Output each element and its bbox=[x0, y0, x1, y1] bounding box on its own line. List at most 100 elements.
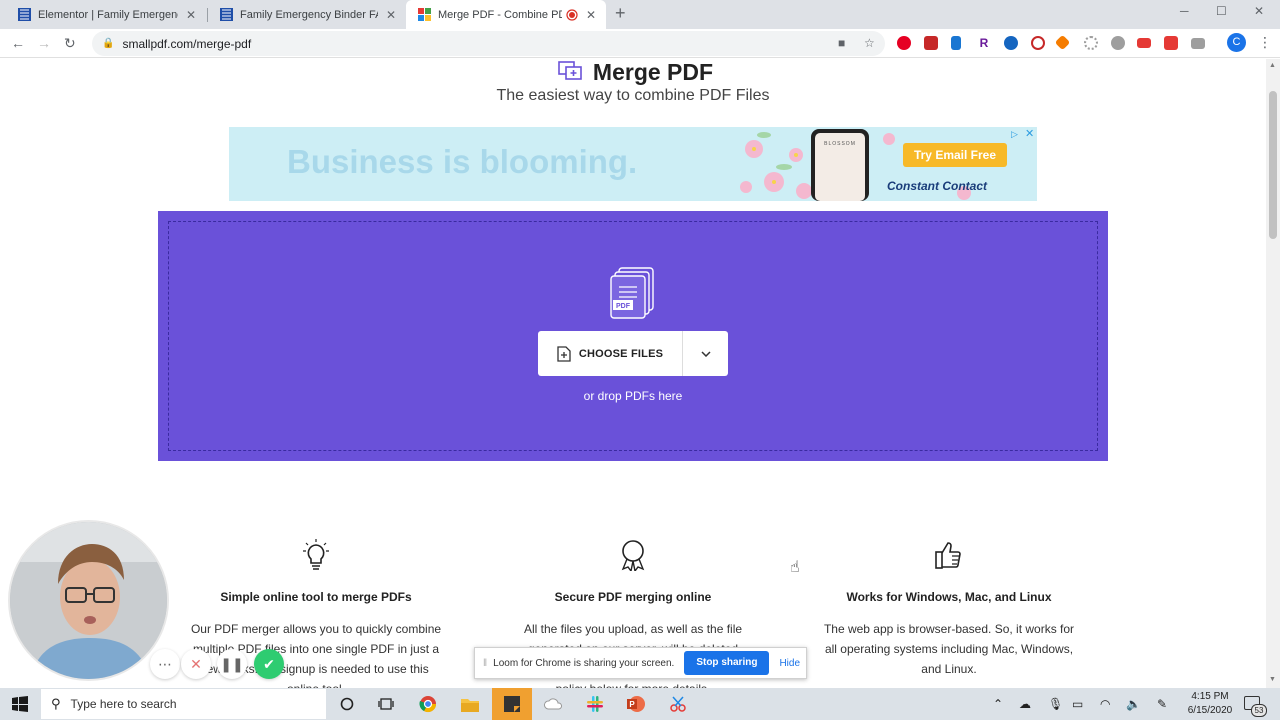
windows-start-icon[interactable] bbox=[12, 696, 28, 712]
feature-title: Works for Windows, Mac, and Linux bbox=[846, 590, 1052, 604]
feature-title: Secure PDF merging online bbox=[554, 590, 712, 604]
minimize-icon[interactable]: ─ bbox=[1180, 4, 1189, 18]
choose-files-button[interactable]: CHOOSE FILES bbox=[538, 331, 683, 376]
loom-pause-icon[interactable]: ❚❚ bbox=[217, 649, 247, 679]
forward-icon[interactable]: → bbox=[37, 35, 51, 51]
webcam-presenter-image bbox=[10, 522, 167, 679]
loom-more-icon[interactable]: ⋯ bbox=[150, 649, 180, 679]
pdf-files-icon: PDF bbox=[610, 267, 654, 319]
screenshot-extension-icon[interactable] bbox=[1191, 38, 1205, 49]
sticky-notes-icon[interactable] bbox=[501, 693, 523, 715]
choose-files-dropdown[interactable] bbox=[683, 331, 728, 376]
clock-time: 4:15 PM bbox=[1191, 691, 1229, 702]
address-bar[interactable]: 🔒 smallpdf.com/merge-pdf bbox=[92, 31, 885, 56]
scroll-down-icon[interactable]: ▼ bbox=[1269, 676, 1276, 683]
search-icon: ⚲ bbox=[51, 696, 61, 711]
page-scrollbar[interactable]: ▲ ▼ bbox=[1266, 59, 1280, 688]
clock-date: 6/15/2020 bbox=[1187, 705, 1233, 716]
extension-r-icon[interactable]: R bbox=[977, 36, 991, 50]
file-add-icon bbox=[557, 345, 571, 362]
loom-finish-icon[interactable]: ✔ bbox=[254, 649, 284, 679]
drop-hint-text: or drop PDFs here bbox=[583, 389, 683, 403]
maximize-icon[interactable]: ☐ bbox=[1216, 4, 1227, 18]
back-icon[interactable]: ← bbox=[11, 35, 25, 51]
extension-circle-icon[interactable] bbox=[1031, 36, 1045, 50]
extension-blue-icon[interactable] bbox=[951, 36, 961, 50]
wifi-icon[interactable]: ◠ bbox=[1100, 697, 1110, 711]
snipping-tool-icon[interactable] bbox=[667, 693, 689, 715]
url-text: smallpdf.com/merge-pdf bbox=[122, 36, 252, 51]
extension-orange-icon[interactable] bbox=[1054, 34, 1071, 51]
feature-title: Simple online tool to merge PDFs bbox=[220, 590, 412, 604]
pinterest-extension-icon[interactable] bbox=[897, 36, 911, 50]
drag-handle-icon[interactable]: ‖ bbox=[483, 658, 487, 669]
cortana-icon[interactable] bbox=[336, 693, 358, 715]
elementor-favicon-icon bbox=[18, 8, 31, 21]
camera-icon[interactable]: ■ bbox=[838, 36, 845, 50]
choose-files-label: CHOOSE FILES bbox=[578, 347, 664, 360]
onedrive-icon[interactable] bbox=[542, 693, 564, 715]
show-hidden-icons[interactable]: ⌃ bbox=[993, 697, 1003, 711]
hide-button[interactable]: Hide bbox=[779, 658, 800, 669]
lightbulb-icon bbox=[303, 539, 329, 570]
stop-sharing-button[interactable]: Stop sharing bbox=[684, 651, 770, 675]
ad-cta-button[interactable]: Try Email Free bbox=[903, 143, 1007, 167]
tab-title: Elementor | Family Emergency Bi bbox=[38, 8, 178, 21]
tab-family-binder-faq[interactable]: Family Emergency Binder FAQ - S ✕ bbox=[208, 0, 406, 29]
pdf-icon-badge: PDF bbox=[616, 303, 631, 310]
youtube-extension-icon[interactable] bbox=[1137, 38, 1151, 48]
tab-close-icon[interactable]: ✕ bbox=[184, 8, 198, 22]
chrome-taskbar-icon[interactable] bbox=[417, 693, 439, 715]
window-close-icon[interactable]: ✕ bbox=[1254, 4, 1264, 18]
pen-icon[interactable]: ✎ bbox=[1157, 697, 1167, 711]
file-dropzone[interactable]: PDF CHOOSE FILES or drop PDFs here bbox=[158, 211, 1108, 461]
recording-icon bbox=[566, 8, 578, 21]
tab-title: Family Emergency Binder FAQ - S bbox=[240, 8, 378, 21]
reload-icon[interactable]: ↻ bbox=[64, 35, 76, 52]
menu-kebab-icon[interactable]: ⋮ bbox=[1258, 34, 1272, 51]
ad-phone-brand: BLOSSOM bbox=[824, 141, 856, 147]
powerpoint-icon[interactable]: P bbox=[625, 693, 647, 715]
ad-banner[interactable]: Business is blooming. BLOSSOM Try Email … bbox=[229, 127, 1037, 201]
thumbs-up-icon bbox=[935, 542, 961, 569]
slack-icon[interactable] bbox=[584, 693, 606, 715]
windows-taskbar: ⚲ Type here to search P ⌃ ☁ 🎙 ▭ ◠ 🔈 ✎ 4:… bbox=[0, 688, 1280, 720]
ad-close-icon[interactable]: ✕ bbox=[1025, 127, 1034, 140]
scroll-up-icon[interactable]: ▲ bbox=[1269, 62, 1276, 69]
task-view-icon[interactable] bbox=[375, 693, 397, 715]
extension-person-icon[interactable] bbox=[1004, 36, 1018, 50]
volume-icon[interactable]: 🔈 bbox=[1126, 697, 1141, 711]
new-tab-button[interactable]: + bbox=[615, 3, 626, 24]
notification-count-badge: 53 bbox=[1251, 704, 1267, 717]
tab-bar: Elementor | Family Emergency Bi ✕ Family… bbox=[0, 0, 1280, 29]
tab-close-icon[interactable]: ✕ bbox=[584, 8, 598, 22]
chevron-down-icon bbox=[700, 350, 711, 357]
feature-description: The web app is browser-based. So, it wor… bbox=[823, 622, 1075, 676]
screen-share-bar: ‖ Loom for Chrome is sharing your screen… bbox=[474, 647, 807, 679]
ad-choices-icon[interactable]: ▷ bbox=[1011, 129, 1018, 140]
taskbar-search[interactable]: ⚲ Type here to search bbox=[41, 689, 326, 719]
onedrive-tray-icon[interactable]: ☁ bbox=[1019, 697, 1031, 711]
extension-power-icon[interactable] bbox=[1111, 36, 1125, 50]
bookmark-star-icon[interactable]: ☆ bbox=[864, 36, 875, 50]
battery-icon[interactable]: ▭ bbox=[1072, 697, 1083, 711]
extension-g-icon[interactable] bbox=[1164, 36, 1178, 50]
profile-avatar[interactable]: C bbox=[1227, 33, 1246, 52]
lock-icon: 🔒 bbox=[102, 38, 115, 49]
page-title: Merge PDF bbox=[592, 59, 714, 85]
browser-toolbar: ← → ↻ 🔒 smallpdf.com/merge-pdf ■ ☆ R C ⋮ bbox=[0, 29, 1280, 58]
system-clock[interactable]: 4:15 PM 6/15/2020 bbox=[1180, 690, 1240, 718]
file-explorer-icon[interactable] bbox=[459, 693, 481, 715]
tab-close-icon[interactable]: ✕ bbox=[384, 8, 398, 22]
extension-red-icon[interactable] bbox=[924, 36, 938, 50]
smallpdf-favicon-icon bbox=[418, 8, 431, 21]
scroll-thumb[interactable] bbox=[1269, 91, 1277, 239]
webcam-bubble[interactable] bbox=[8, 520, 169, 681]
microphone-icon[interactable]: 🎙 bbox=[1048, 697, 1063, 711]
award-icon bbox=[621, 540, 645, 571]
tab-elementor[interactable]: Elementor | Family Emergency Bi ✕ bbox=[6, 0, 206, 29]
page-subtitle: The easiest way to combine PDF Files bbox=[496, 87, 770, 104]
loom-cancel-icon[interactable]: ✕ bbox=[181, 649, 211, 679]
tab-merge-pdf[interactable]: Merge PDF - Combine PDF f ✕ bbox=[406, 0, 606, 29]
extension-loading-icon[interactable] bbox=[1084, 36, 1098, 50]
